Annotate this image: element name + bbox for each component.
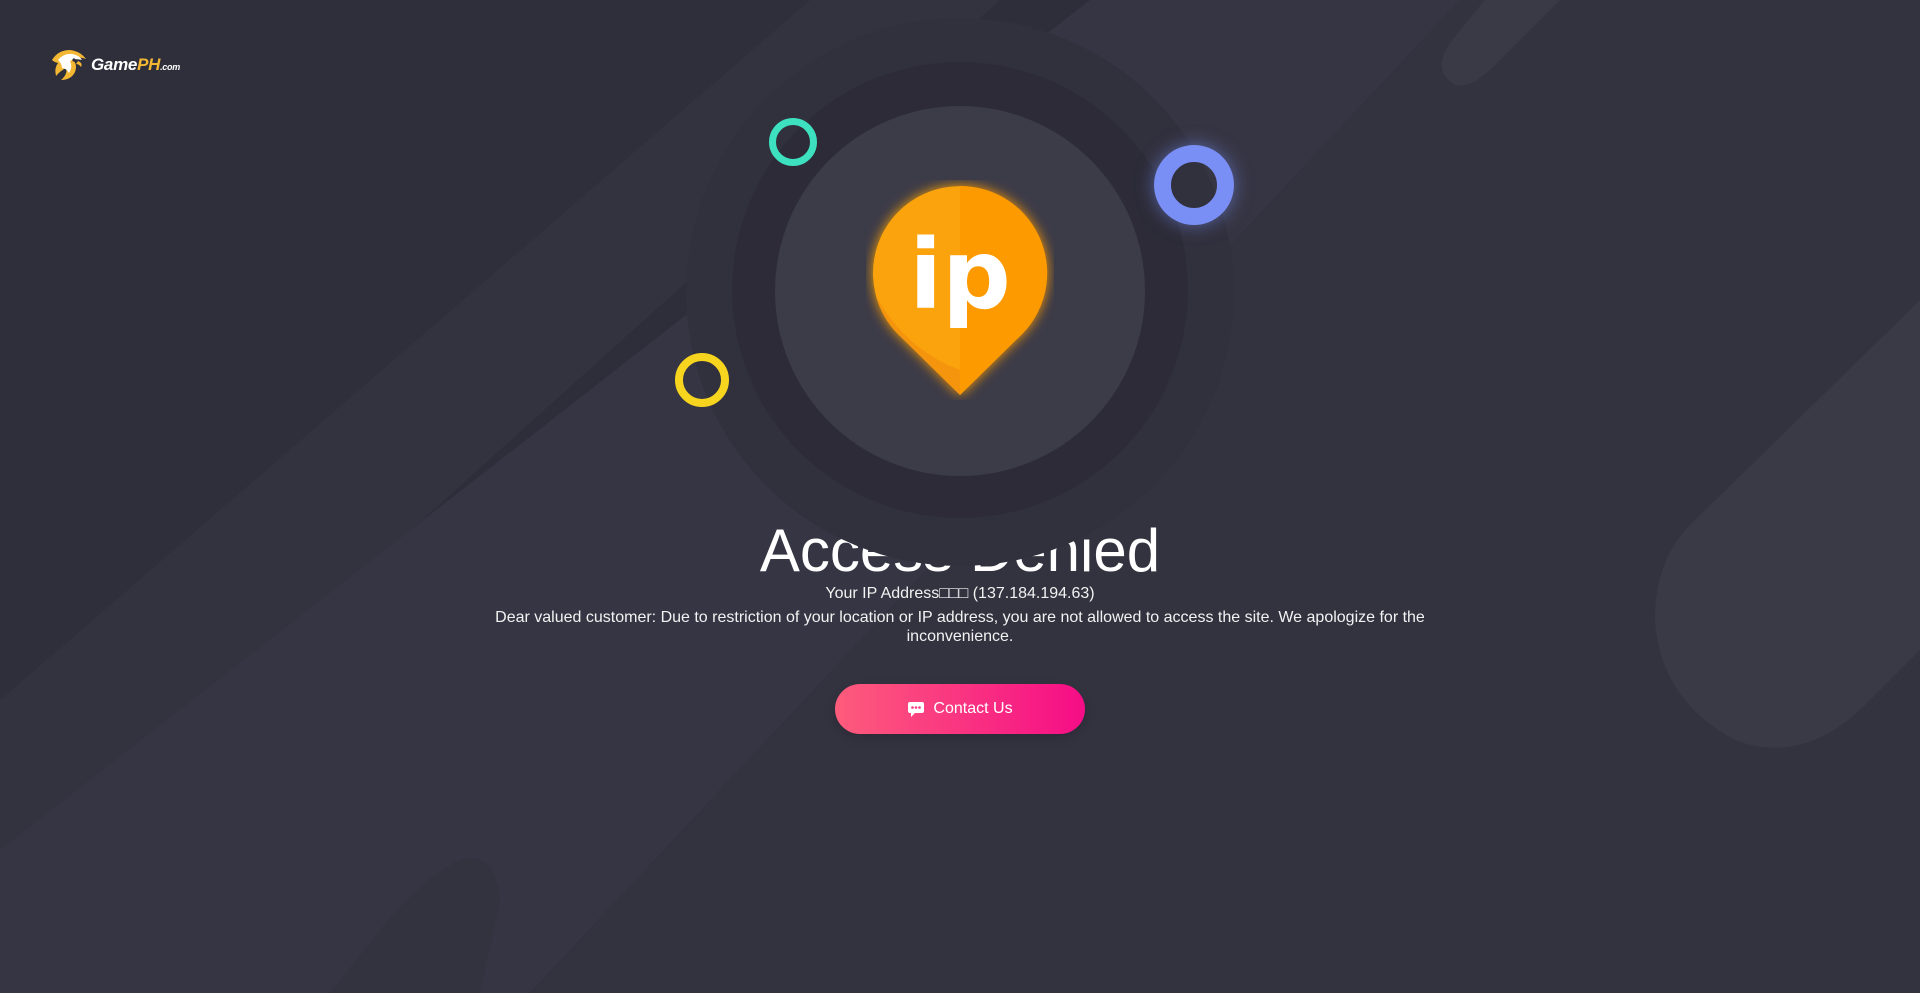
teal-ring-decoration [769,118,817,166]
site-name: GamePH.com [91,55,180,74]
yellow-ring-decoration [675,353,729,407]
ip-badge-text: ip [909,219,1011,331]
hero-illustration: ip [0,0,1920,993]
eagle-logo-icon [52,50,86,80]
ip-location-pin-icon: ip [866,180,1054,400]
site-logo[interactable]: GamePH.com [48,46,180,84]
blue-ring-decoration [1154,145,1234,225]
